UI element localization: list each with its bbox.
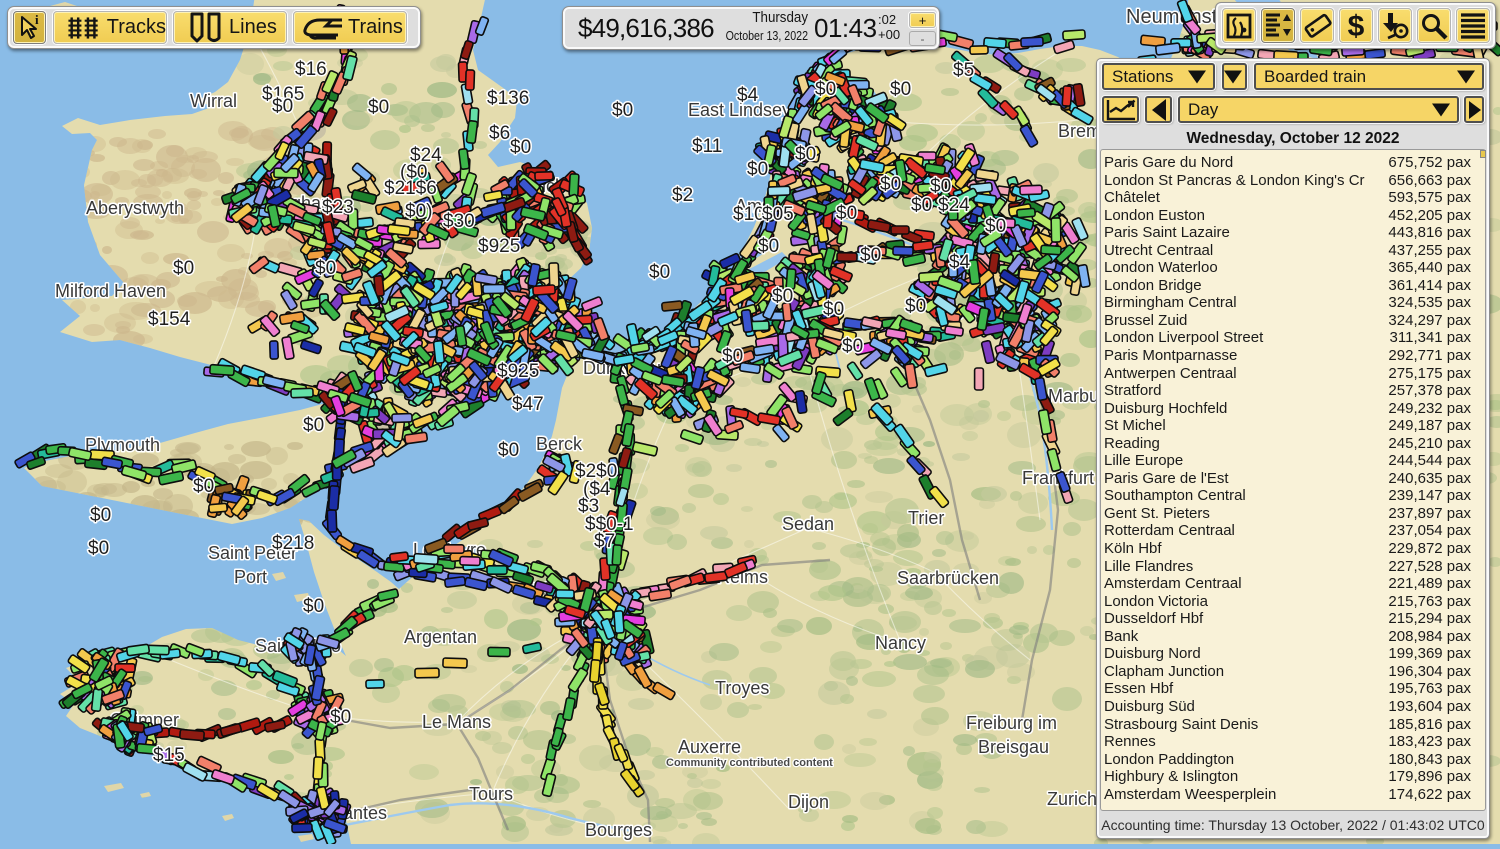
svg-text:Wirral: Wirral	[190, 91, 237, 111]
svg-text:$0: $0	[747, 159, 768, 180]
svg-text:$925: $925	[478, 236, 520, 257]
svg-text:$24: $24	[938, 195, 970, 216]
svg-text:$0: $0	[368, 97, 389, 118]
svg-text:Auxerre: Auxerre	[678, 737, 741, 757]
svg-text:$2: $2	[672, 185, 693, 206]
svg-text:$0): $0)	[405, 201, 432, 222]
svg-text:$154: $154	[148, 309, 191, 330]
svg-text:$6: $6	[489, 123, 510, 144]
svg-text:Zurich: Zurich	[1047, 789, 1097, 809]
svg-text:$11: $11	[692, 136, 722, 157]
svg-text:$4: $4	[949, 252, 971, 273]
svg-text:$15: $15	[153, 745, 185, 766]
svg-text:$21$6: $21$6	[384, 178, 437, 199]
svg-text:$0: $0	[985, 216, 1006, 237]
svg-text:$0: $0	[815, 79, 836, 100]
svg-text:$0: $0	[88, 538, 109, 559]
svg-text:$0: $0	[315, 258, 336, 279]
svg-text:$0: $0	[612, 100, 633, 121]
svg-text:$0: $0	[911, 195, 932, 216]
svg-text:$0: $0	[303, 415, 324, 436]
svg-text:$0: $0	[795, 144, 816, 165]
svg-text:Berck: Berck	[536, 434, 583, 454]
svg-text:$0: $0	[842, 336, 863, 357]
svg-text:Aberystwyth: Aberystwyth	[86, 198, 184, 218]
svg-text:Le Mans: Le Mans	[422, 712, 491, 732]
svg-text:Troyes: Troyes	[715, 678, 769, 698]
svg-text:Tours: Tours	[469, 784, 513, 804]
svg-text:$0: $0	[510, 137, 531, 158]
svg-text:$05: $05	[762, 204, 794, 225]
svg-text:$0: $0	[836, 203, 857, 224]
svg-text:$0: $0	[272, 96, 293, 117]
svg-text:$0: $0	[303, 596, 324, 617]
svg-text:$47: $47	[512, 394, 544, 415]
svg-text:Freiburg im: Freiburg im	[966, 713, 1057, 733]
svg-text:$16: $16	[295, 59, 327, 80]
svg-text:Nancy: Nancy	[875, 633, 926, 653]
svg-text:$0: $0	[173, 258, 194, 279]
svg-text:Community contributed content: Community contributed content	[666, 757, 833, 769]
svg-text:$30: $30	[443, 211, 475, 232]
svg-text:$10: $10	[733, 204, 765, 225]
svg-text:Dijon: Dijon	[788, 792, 829, 812]
svg-text:Breisgau: Breisgau	[978, 737, 1049, 757]
svg-text:$0: $0	[880, 174, 901, 195]
svg-text:$0: $0	[772, 286, 793, 307]
svg-text:$136: $136	[487, 88, 529, 109]
svg-text:Saarbrücken: Saarbrücken	[897, 568, 999, 588]
svg-text:$: $	[1348, 11, 1365, 41]
svg-text:$218: $218	[272, 533, 314, 554]
svg-text:$0: $0	[823, 299, 844, 320]
svg-text:$0: $0	[90, 505, 111, 526]
svg-text:Bourges: Bourges	[585, 820, 652, 840]
svg-text:$0: $0	[930, 176, 951, 197]
svg-text:$925: $925	[497, 361, 539, 382]
svg-text:$0: $0	[722, 346, 743, 367]
svg-text:$5: $5	[953, 60, 974, 81]
svg-text:Argentan: Argentan	[404, 627, 477, 647]
svg-text:$23: $23	[322, 197, 354, 218]
svg-text:Trier: Trier	[908, 508, 944, 528]
svg-text:$7: $7	[594, 531, 615, 552]
svg-text:$0: $0	[905, 296, 926, 317]
svg-text:$0: $0	[498, 440, 519, 461]
svg-text:$0: $0	[649, 262, 670, 283]
svg-text:Port: Port	[234, 567, 267, 587]
svg-text:$4: $4	[737, 85, 759, 106]
svg-text:$0: $0	[330, 707, 351, 728]
svg-text:Sedan: Sedan	[782, 514, 834, 534]
svg-text:$0: $0	[860, 245, 881, 266]
svg-text:$0: $0	[193, 476, 214, 497]
svg-text:Milford Haven: Milford Haven	[55, 281, 166, 301]
svg-text:i: i	[35, 13, 39, 27]
svg-text:$0: $0	[758, 236, 779, 257]
svg-text:$0: $0	[890, 79, 911, 100]
